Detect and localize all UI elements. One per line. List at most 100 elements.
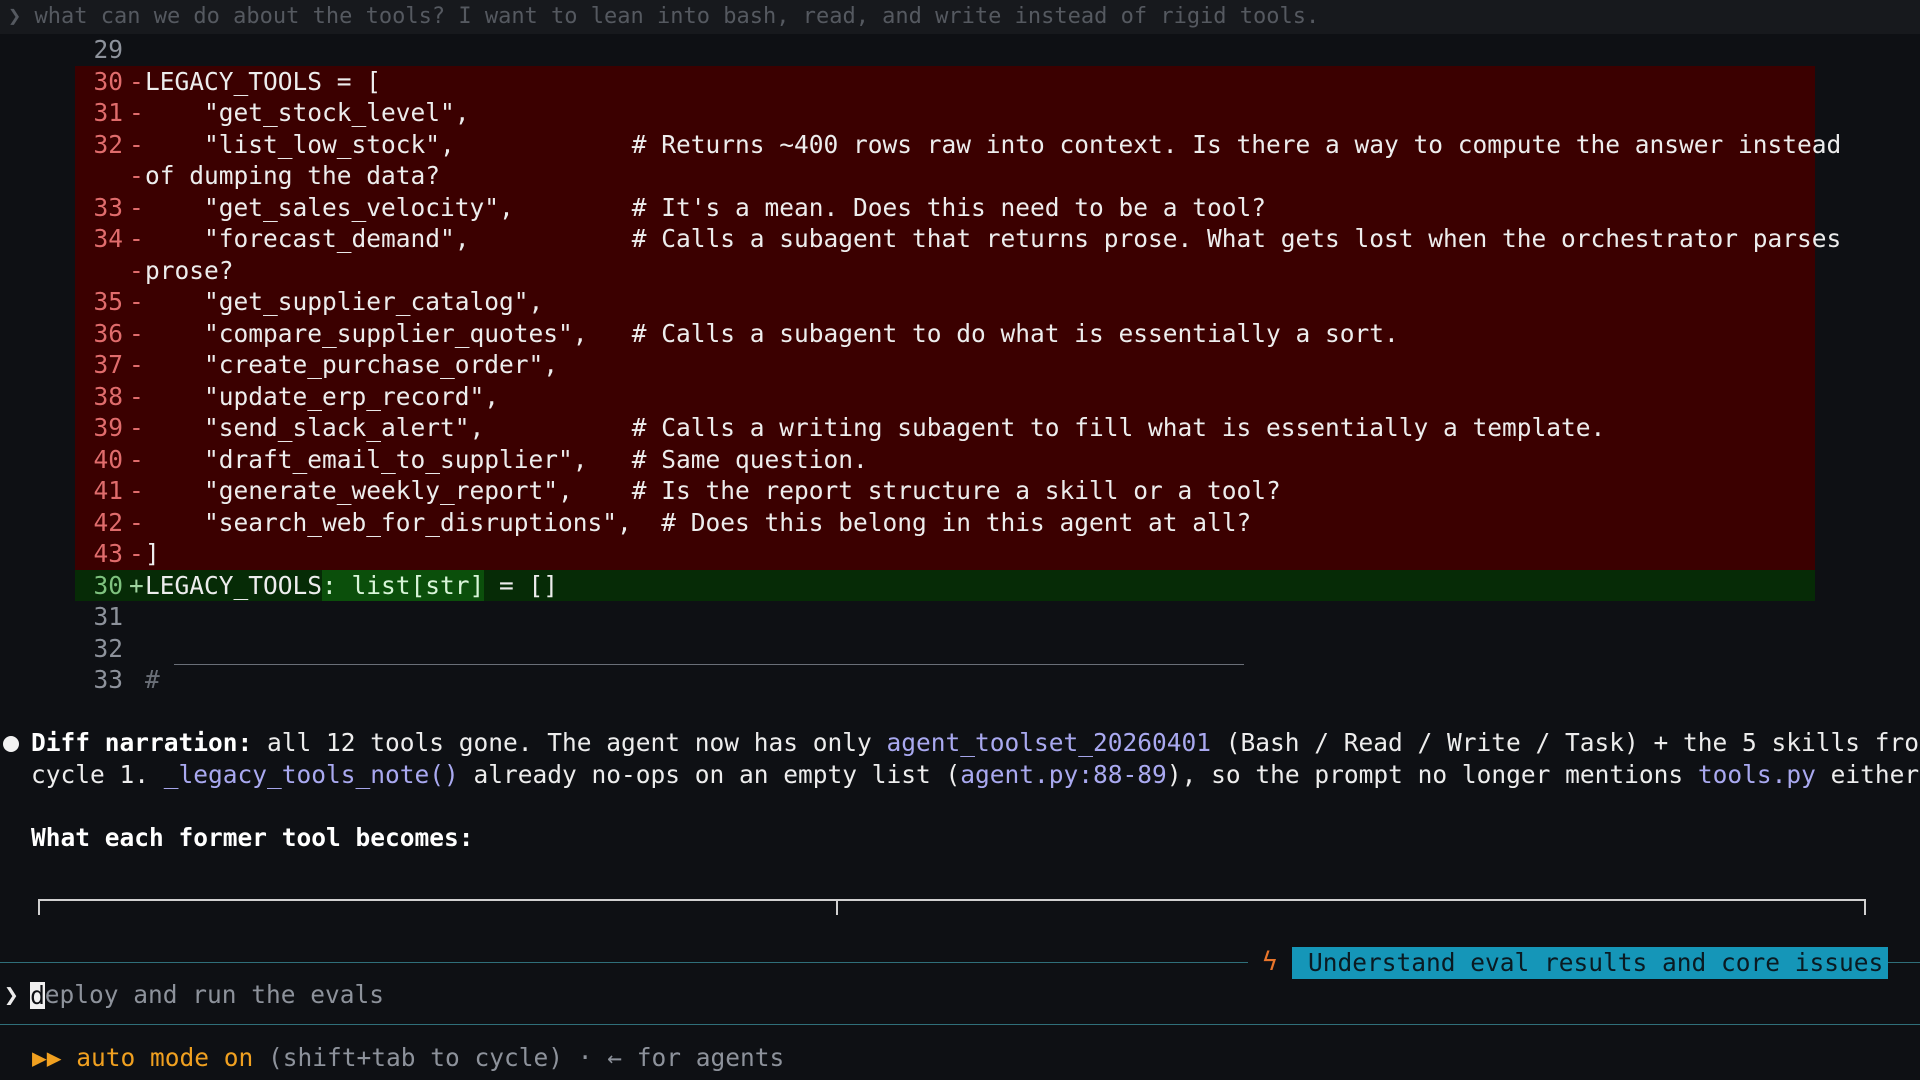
diff-sign	[123, 664, 145, 696]
diff-sign: -	[129, 129, 144, 159]
table-column-divider	[836, 899, 838, 915]
mode-label: auto mode on	[76, 1043, 254, 1072]
line-number: 32	[93, 633, 123, 663]
bullet-icon	[3, 736, 19, 752]
code-highlight: : list[str]	[322, 569, 485, 601]
toolset-link[interactable]: agent_toolset_20260401	[887, 728, 1212, 757]
line-number: 30	[93, 66, 123, 96]
code-text: LEGACY_TOOLS	[145, 570, 323, 600]
diff-sign: -	[129, 192, 144, 222]
previous-prompt: ❯ what can we do about the tools? I want…	[0, 0, 1920, 34]
line-number: 41	[93, 476, 123, 505]
line-number: 42	[93, 507, 123, 537]
line-number: 33	[93, 192, 123, 222]
diff-sign: -	[129, 318, 144, 348]
terminal-window: ❯ what can we do about the tools? I want…	[0, 0, 1920, 1080]
line-number: 40	[93, 444, 123, 474]
line-number: 38	[93, 381, 123, 411]
line-number: 39	[93, 413, 123, 442]
diff-sign: -	[129, 539, 144, 568]
diff-sign: -	[129, 507, 144, 537]
diff-sign	[123, 601, 145, 633]
diff-line-removed: 33- "get_sales_velocity", # It's a mean.…	[75, 191, 1815, 223]
section-heading: What each former tool becomes:	[31, 822, 474, 852]
line-number: 33	[93, 665, 123, 694]
diff-line-removed: 35- "get_supplier_catalog",	[75, 286, 1815, 318]
diff-line-removed: 38- "update_erp_record",	[75, 380, 1815, 412]
comment-rule	[173, 664, 1244, 665]
legacy-note-link[interactable]: _legacy_tools_note()	[164, 760, 459, 789]
diff-sign	[123, 633, 145, 665]
line-number: 36	[93, 318, 123, 348]
table-top-border	[38, 899, 1866, 915]
code-text: "compare_supplier_quotes", # Calls a sub…	[145, 318, 1399, 348]
code-text: "search_web_for_disruptions", # Does thi…	[145, 507, 1252, 537]
diff-sign: -	[129, 161, 144, 190]
line-number	[75, 255, 123, 287]
diff-sign: -	[129, 476, 144, 505]
diff-line-added: 30 + LEGACY_TOOLS: list[str] = []	[75, 569, 1815, 601]
code-text: "send_slack_alert", # Calls a writing su…	[145, 413, 1606, 442]
code-text: "update_erp_record",	[145, 381, 500, 411]
code-text: "forecast_demand", # Calls a subagent th…	[145, 224, 1842, 253]
diff-line-removed: 39- "send_slack_alert", # Calls a writin…	[75, 412, 1815, 444]
prompt-input[interactable]: ❯ eploy and run the evals d	[0, 978, 1920, 1012]
code-text: prose?	[145, 255, 234, 285]
mode-status[interactable]: ▶▶ auto mode on (shift+tab to cycle) · ←…	[32, 1041, 784, 1075]
code-text: "get_stock_level",	[145, 98, 470, 127]
input-text[interactable]: eploy and run the evals	[30, 978, 384, 1012]
line-number: 43	[93, 539, 123, 568]
narration-segment: (Bash / Read / Write / Task) + the 5 ski…	[1211, 728, 1920, 757]
line-number	[75, 160, 123, 192]
diff-sign: -	[129, 98, 144, 127]
line-number: 31	[93, 98, 123, 127]
code-text: LEGACY_TOOLS = [	[145, 66, 382, 96]
diff-line-removed: 31- "get_stock_level",	[75, 97, 1815, 129]
diff-line-context: 33 #	[75, 664, 1815, 696]
diff-line-removed: 34- "forecast_demand", # Calls a subagen…	[75, 223, 1841, 255]
line-number: 34	[93, 224, 123, 253]
code-text: of dumping the data?	[145, 161, 441, 190]
tools-py-link[interactable]: tools.py	[1698, 760, 1816, 789]
line-number: 29	[93, 35, 123, 64]
code-text: "get_supplier_catalog",	[145, 287, 544, 316]
code-text: = []	[484, 570, 559, 600]
diff-sign: -	[129, 287, 144, 316]
code-text: "list_low_stock", # Returns ~400 rows ra…	[145, 129, 1842, 159]
input-separator-bottom	[0, 1024, 1920, 1025]
line-number: 35	[93, 287, 123, 316]
diff-sign: -	[129, 224, 144, 253]
narration-text: Diff narration: all 12 tools gone. The a…	[31, 727, 1920, 853]
mode-hint: (shift+tab to cycle) · ← for agents	[253, 1043, 785, 1072]
diff-sign: -	[129, 381, 144, 411]
agent-py-link[interactable]: agent.py:88-89	[960, 760, 1167, 789]
code-text: "create_purchase_order",	[145, 350, 559, 379]
diff-line-context: 31	[75, 601, 1815, 633]
diff-line-removed: 32- "list_low_stock", # Returns ~400 row…	[75, 128, 1841, 160]
narration-segment: ), so the prompt no longer mentions	[1166, 759, 1698, 789]
diff-line-removed: 42- "search_web_for_disruptions", # Does…	[75, 506, 1815, 538]
diff-line-removed: 30- LEGACY_TOOLS = [	[75, 65, 1815, 97]
diff-line-removed: 36- "compare_supplier_quotes", # Calls a…	[75, 317, 1815, 349]
diff-line-removed: 41- "generate_weekly_report", # Is the r…	[75, 475, 1815, 507]
diff-sign: +	[129, 570, 144, 600]
code-text: "generate_weekly_report", # Is the repor…	[145, 476, 1281, 505]
narration-label: Diff narration:	[31, 728, 253, 757]
fast-forward-icon: ▶▶	[32, 1043, 62, 1072]
diff-sign: -	[129, 255, 144, 285]
code-text: #	[145, 665, 160, 694]
diff-line-context: 32	[75, 633, 1815, 665]
text-cursor: d	[30, 981, 45, 1010]
diff-line-removed: 43-]	[75, 538, 1815, 570]
code-text: ]	[145, 539, 160, 568]
diff-sign: -	[129, 66, 144, 96]
code-text: "get_sales_velocity", # It's a mean. Doe…	[145, 192, 1267, 222]
input-separator-top	[0, 962, 1248, 963]
diff-sign: -	[129, 350, 144, 379]
diff-line-removed: 37- "create_purchase_order",	[75, 349, 1815, 381]
line-number: 30	[93, 570, 123, 600]
code-text: "draft_email_to_supplier", # Same questi…	[145, 444, 868, 474]
narration-segment: either.	[1830, 759, 1920, 789]
prompt-chevron-icon: ❯	[4, 980, 19, 1009]
task-badge[interactable]: Understand eval results and core issues	[1292, 947, 1888, 979]
